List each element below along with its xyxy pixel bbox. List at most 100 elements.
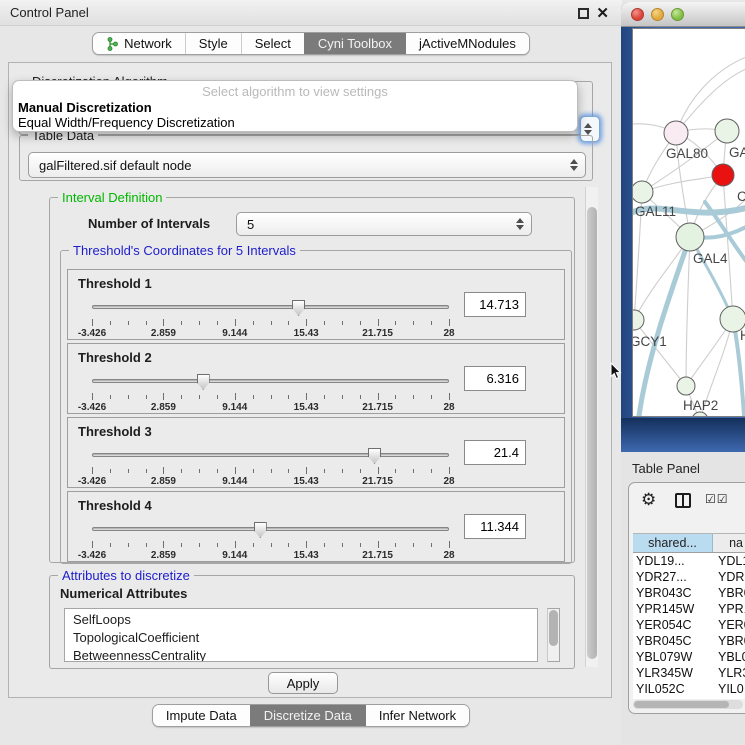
close-traffic-light[interactable] — [631, 8, 644, 21]
tab-impute-data[interactable]: Impute Data — [153, 705, 250, 726]
table-row[interactable]: YBL079WYBL0 — [633, 649, 745, 665]
node[interactable] — [633, 181, 653, 203]
checkboxes-icon[interactable]: ☑☑ — [705, 492, 729, 506]
attributes-list-scrollbar[interactable] — [547, 608, 560, 662]
table-horizontal-scrollbar[interactable] — [633, 700, 743, 709]
dropdown-hint: Select algorithm to view settings — [13, 84, 577, 99]
scrollbar-thumb[interactable] — [634, 701, 729, 708]
table-row[interactable]: YBR043CYBR0 — [633, 585, 745, 601]
node-label: GAL4 — [693, 251, 728, 266]
control-panel: Control Panel ✕ Network Style Select — [0, 0, 622, 745]
dropdown-option-manual-discretization[interactable]: Manual Discretization — [18, 100, 152, 115]
table-row[interactable]: YIL052CYIL0 — [633, 681, 745, 697]
node-label: GA — [729, 145, 745, 160]
tab-style[interactable]: Style — [185, 33, 241, 54]
node-label: GAL80 — [666, 146, 708, 161]
table-row[interactable]: YPR145WYPR1 — [633, 601, 745, 617]
float-window-icon[interactable] — [578, 8, 589, 19]
spinner-arrows-icon — [515, 218, 524, 230]
table-data-group: Table Data galFiltered.sif default node — [19, 135, 593, 181]
number-of-intervals-combo[interactable]: 5 — [236, 212, 532, 236]
slider-thumb[interactable] — [292, 300, 305, 316]
column-header-name[interactable]: na — [729, 534, 743, 552]
network-canvas[interactable]: GAL80 GA GAL11 C GAL4 GCY1 H HAP2 — [632, 28, 745, 417]
table-row[interactable]: YDL19...YDL1 — [633, 553, 745, 569]
threshold-3-value-field[interactable] — [464, 440, 526, 465]
group-title: Interval Definition — [58, 190, 166, 205]
slider-ticks — [92, 467, 449, 476]
slider-thumb[interactable] — [368, 448, 381, 464]
table-row[interactable]: YDR27...YDR2 — [633, 569, 745, 585]
attributes-list[interactable]: SelfLoops TopologicalCoefficient Between… — [64, 608, 538, 662]
network-graph: GAL80 GA GAL11 C GAL4 GCY1 H HAP2 — [633, 29, 745, 416]
list-item[interactable]: BetweennessCentrality — [73, 647, 537, 662]
list-item[interactable]: TopologicalCoefficient — [73, 629, 537, 647]
panel-title: Control Panel — [10, 5, 89, 20]
node-hap2[interactable] — [677, 377, 695, 395]
node-label: GCY1 — [633, 334, 667, 349]
threshold-4-value-field[interactable] — [464, 514, 526, 539]
threshold-4-slider[interactable]: -3.4262.8599.14415.4321.71528 — [92, 522, 449, 562]
slider-track[interactable] — [92, 379, 449, 383]
tab-network-label: Network — [124, 36, 172, 51]
tab-select[interactable]: Select — [241, 33, 304, 54]
scrollbar-thumb[interactable] — [549, 610, 558, 646]
spinner-arrows-icon — [569, 159, 578, 171]
slider-track[interactable] — [92, 305, 449, 309]
minimize-traffic-light[interactable] — [651, 8, 664, 21]
cyni-toolbox-panel: Discretization Algorithm Table Data galF… — [8, 62, 612, 698]
slider-thumb[interactable] — [197, 374, 210, 390]
gear-icon[interactable]: ⚙ — [641, 490, 656, 510]
network-window: GAL80 GA GAL11 C GAL4 GCY1 H HAP2 — [621, 2, 745, 452]
column-header-shared-name[interactable]: shared... — [633, 534, 713, 552]
table-row[interactable]: YLR345WYLR3 — [633, 665, 745, 681]
threshold-1-slider[interactable]: -3.4262.8599.14415.4321.71528 — [92, 300, 449, 340]
node-gal4[interactable] — [676, 223, 704, 251]
number-of-intervals-value: 5 — [247, 217, 254, 232]
apply-button[interactable]: Apply — [268, 672, 338, 694]
node[interactable] — [664, 121, 688, 145]
node[interactable] — [715, 119, 739, 143]
table-row[interactable]: YBR045CYBR0 — [633, 633, 745, 649]
list-item[interactable]: SelfLoops — [73, 611, 537, 629]
tab-network[interactable]: Network — [93, 33, 185, 54]
threshold-2-panel: Threshold 2 -3.4262.8599.14415.4321.7152… — [67, 343, 565, 414]
threshold-3-panel: Threshold 3 -3.4262.8599.14415.4321.7152… — [67, 417, 565, 488]
tab-discretize-data[interactable]: Discretize Data — [250, 705, 365, 726]
table-rows: YDL19...YDL1 YDR27...YDR2 YBR043CYBR0 YP… — [633, 553, 745, 699]
attributes-group: Attributes to discretize Numerical Attri… — [49, 575, 575, 669]
node-label: HAP2 — [683, 398, 718, 413]
mouse-cursor — [610, 362, 622, 380]
top-tab-bar: Network Style Select Cyni Toolbox jActiv… — [0, 32, 622, 55]
tab-jactivemnodules[interactable]: jActiveMNodules — [405, 33, 529, 54]
tab-infer-network[interactable]: Infer Network — [365, 705, 469, 726]
threshold-3-slider[interactable]: -3.4262.8599.14415.4321.71528 — [92, 448, 449, 488]
threshold-2-slider[interactable]: -3.4262.8599.14415.4321.71528 — [92, 374, 449, 414]
node-selected-red[interactable] — [712, 164, 734, 186]
table-data-combo[interactable]: galFiltered.sif default node — [28, 152, 586, 178]
slider-ticks — [92, 541, 449, 550]
columns-icon[interactable] — [675, 493, 691, 508]
slider-thumb[interactable] — [254, 522, 267, 538]
node[interactable] — [633, 310, 644, 330]
threshold-1-value-field[interactable] — [464, 292, 526, 317]
settings-scroll-area: Interval Definition Number of Intervals … — [13, 187, 599, 669]
close-icon[interactable]: ✕ — [596, 4, 609, 22]
slider-track[interactable] — [92, 527, 449, 531]
table-data-combo-value: galFiltered.sif default node — [39, 158, 191, 173]
dropdown-option-equal-width[interactable]: Equal Width/Frequency Discretization — [18, 115, 235, 130]
group-title: Attributes to discretize — [58, 568, 194, 583]
scrollbar-thumb[interactable] — [587, 207, 597, 659]
table-row[interactable]: YER054CYER0 — [633, 617, 745, 633]
settings-vertical-scrollbar[interactable] — [585, 187, 598, 667]
control-panel-titlebar: Control Panel ✕ — [0, 0, 622, 26]
tab-cyni-toolbox[interactable]: Cyni Toolbox — [304, 33, 405, 54]
network-window-frame — [621, 418, 745, 452]
threshold-2-value-field[interactable] — [464, 366, 526, 391]
slider-tick-labels: -3.4262.8599.14415.4321.71528 — [92, 550, 449, 562]
slider-track[interactable] — [92, 453, 449, 457]
slider-ticks — [92, 393, 449, 402]
zoom-traffic-light[interactable] — [671, 8, 684, 21]
network-window-titlebar[interactable] — [621, 2, 745, 27]
table-panel-title: Table Panel — [632, 461, 700, 476]
